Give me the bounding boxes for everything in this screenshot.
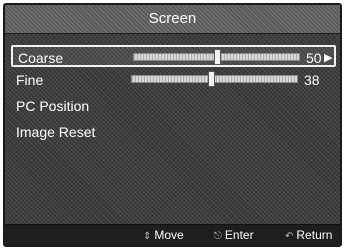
footer-move: ⇕ Move bbox=[143, 228, 184, 242]
menu-item-label: Fine bbox=[16, 72, 44, 88]
slider-thumb[interactable] bbox=[208, 71, 216, 87]
menu-item-fine[interactable]: Fine 38 bbox=[11, 69, 336, 91]
osd-menu: Screen Coarse 50 ▶ Fine 38 PC Position I… bbox=[3, 3, 342, 247]
menu-item-image-reset[interactable]: Image Reset bbox=[11, 121, 336, 143]
updown-arrows-icon: ⇕ bbox=[143, 231, 152, 242]
fine-slider[interactable] bbox=[131, 71, 298, 87]
footer-enter: ⎋ Enter bbox=[214, 228, 254, 242]
menu-item-label: Image Reset bbox=[16, 124, 96, 140]
footer-return: ↶ Return bbox=[285, 228, 333, 242]
menu-item-pc-position[interactable]: PC Position bbox=[11, 95, 336, 117]
menu-title: Screen bbox=[5, 5, 340, 34]
enter-icon: ⎋ bbox=[214, 231, 222, 242]
coarse-value: 50 bbox=[306, 50, 322, 66]
footer-bar: ⇕ Move ⎋ Enter ↶ Return bbox=[5, 224, 340, 245]
slider-thumb[interactable] bbox=[213, 49, 221, 65]
coarse-slider[interactable] bbox=[133, 49, 300, 65]
fine-value: 38 bbox=[304, 72, 320, 88]
return-icon: ↶ bbox=[285, 231, 294, 242]
menu-item-coarse[interactable]: Coarse 50 ▶ bbox=[11, 45, 336, 67]
right-arrow-icon: ▶ bbox=[324, 52, 333, 64]
menu-item-label: PC Position bbox=[16, 98, 90, 114]
menu-item-label: Coarse bbox=[18, 50, 64, 66]
